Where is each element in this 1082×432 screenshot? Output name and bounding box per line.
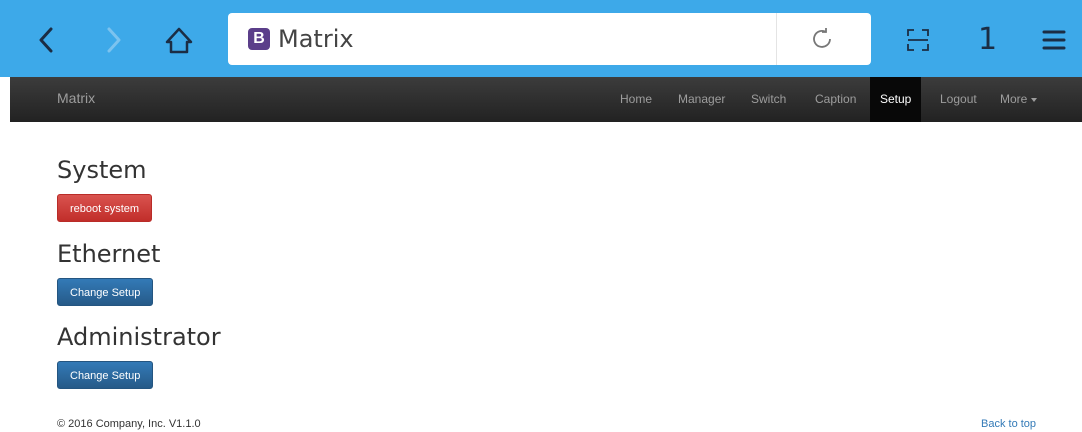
footer-copyright: © 2016 Company, Inc. V1.1.0 [57,418,201,430]
section-title-system: System [57,156,147,184]
section-title-administrator: Administrator [57,323,221,351]
address-bar[interactable]: B Matrix [228,13,871,65]
back-icon[interactable] [30,20,62,60]
tab-count[interactable]: 1 [978,22,997,57]
nav-home[interactable]: Home [610,77,662,122]
url-title: Matrix [278,25,354,53]
home-icon[interactable] [160,20,198,60]
nav-more-label: More [1000,92,1028,106]
nav-manager[interactable]: Manager [668,77,735,122]
back-to-top-link[interactable]: Back to top [981,418,1036,430]
ethernet-change-setup-button[interactable]: Change Setup [57,278,154,306]
forward-icon[interactable] [98,20,130,60]
caret-down-icon [1031,97,1038,102]
nav-more[interactable]: More [990,77,1047,122]
top-navbar: Matrix Home Manager Switch Caption Setup… [10,77,1082,122]
navbar-brand[interactable]: Matrix [57,90,95,106]
nav-switch[interactable]: Switch [741,77,796,122]
nav-caption[interactable]: Caption [805,77,866,122]
reload-icon[interactable] [810,27,834,51]
administrator-change-setup-button[interactable]: Change Setup [57,361,154,389]
reboot-system-button[interactable]: reboot system [57,194,153,222]
browser-toolbar: B Matrix 1 [0,0,1082,77]
site-logo-icon: B [248,28,270,50]
nav-logout[interactable]: Logout [930,77,987,122]
menu-icon[interactable] [1040,20,1068,60]
scan-icon[interactable] [904,20,932,60]
url-divider [776,13,777,65]
section-title-ethernet: Ethernet [57,240,161,268]
nav-setup[interactable]: Setup [870,77,922,122]
